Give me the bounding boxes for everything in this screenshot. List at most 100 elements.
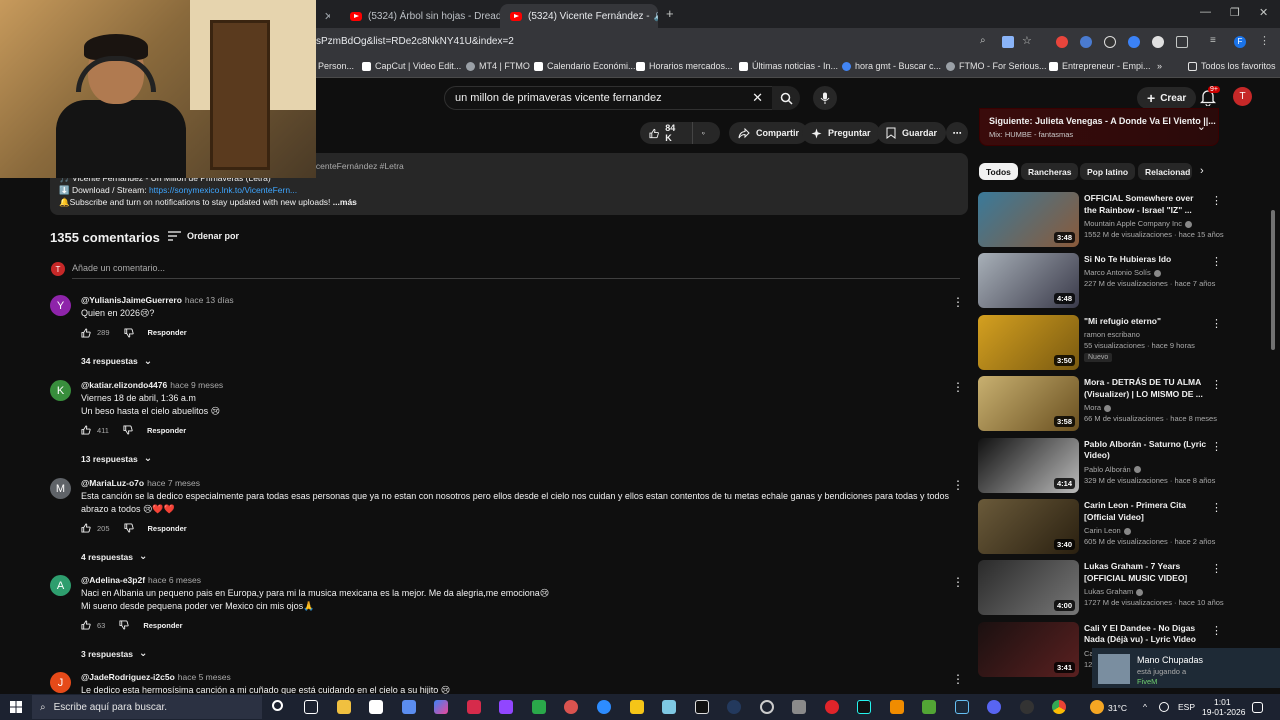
search-button[interactable] <box>772 86 800 110</box>
view-replies-button[interactable]: 13 respuestas ⌄ <box>81 453 152 464</box>
reply-button[interactable]: Responder <box>143 621 182 630</box>
thumbs-up-icon[interactable] <box>81 425 91 435</box>
kebab-menu-icon[interactable]: ⋮ <box>952 478 964 492</box>
channel-name[interactable]: Mountain Apple Company Inc <box>1084 219 1192 228</box>
comment-time[interactable]: hace 6 meses <box>148 575 201 585</box>
thumbs-down-icon[interactable] <box>123 327 134 338</box>
comment-author[interactable]: @YulianisJaimeGuerrero <box>81 295 182 305</box>
comment-time[interactable]: hace 5 meses <box>178 672 231 682</box>
new-tab-button[interactable]: + <box>666 6 674 21</box>
sticky-notes-icon[interactable] <box>630 700 644 714</box>
chip-rancheras[interactable]: Rancheras <box>1021 163 1079 180</box>
discord-icon[interactable] <box>987 700 1001 714</box>
recommended-video[interactable]: 4:14 Pablo Alborán - Saturno (Lyric Video… <box>978 437 1223 496</box>
video-title[interactable]: OFFICIAL Somewhere over the Rainbow - Is… <box>1084 193 1208 216</box>
video-title[interactable]: Mora - DETRÁS DE TU ALMA (Visualizer) | … <box>1084 377 1208 400</box>
bookmark-item[interactable]: Calendario Económi... <box>534 61 636 71</box>
zoom-app-icon[interactable] <box>597 700 611 714</box>
comment-author[interactable]: @katiar.elizondo4476 <box>81 380 167 390</box>
kebab-menu-icon[interactable]: ⋮ <box>1211 562 1222 575</box>
tab-arbol[interactable]: (5324) Árbol sin hojas - Dread ✕ <box>340 4 500 28</box>
tab-vicente[interactable]: (5324) Vicente Fernández - 🔊 ✕ <box>500 4 658 28</box>
thumbs-up-icon[interactable] <box>81 327 91 338</box>
recommended-video[interactable]: 3:40 Carin Leon - Primera Cita [Official … <box>978 499 1223 557</box>
next-title[interactable]: Siguiente: Julieta Venegas - A Donde Va … <box>989 116 1216 126</box>
extension-icon[interactable] <box>1128 36 1140 48</box>
like-button[interactable]: 84 K <box>640 122 692 144</box>
more-actions-button[interactable]: ⋯ <box>946 122 968 144</box>
clock-date[interactable]: 19-01-2026 <box>1202 707 1245 717</box>
close-icon[interactable]: ✕ <box>324 10 330 23</box>
create-button[interactable]: + Crear <box>1137 87 1197 109</box>
voice-search-button[interactable] <box>813 86 837 110</box>
channel-name[interactable]: Pablo Alborán <box>1084 465 1141 474</box>
network-icon[interactable] <box>1159 702 1169 712</box>
app-icon[interactable] <box>532 700 546 714</box>
kebab-menu-icon[interactable]: ⋮ <box>1211 378 1222 391</box>
bookmarks-overflow-icon[interactable]: » <box>1157 61 1162 71</box>
ask-button[interactable]: Preguntar <box>802 122 880 144</box>
app-icon[interactable] <box>1020 700 1034 714</box>
chevron-down-icon[interactable]: ⌄ <box>1197 120 1206 133</box>
video-thumbnail[interactable]: 3:58 <box>978 376 1079 432</box>
video-title[interactable]: Si No Te Hubieras Ido <box>1084 254 1208 266</box>
speaker-icon[interactable]: 🔊 <box>654 11 658 22</box>
video-thumbnail[interactable]: 3:41 <box>978 621 1079 677</box>
twitch-icon[interactable] <box>499 700 513 714</box>
commenter-avatar[interactable]: A <box>50 575 71 596</box>
bookmark-item[interactable]: Horarios mercados... <box>636 61 733 71</box>
scrollbar[interactable] <box>1271 210 1275 350</box>
capcut-icon[interactable] <box>695 700 709 714</box>
bookmark-item[interactable]: Person... <box>318 61 354 71</box>
dislike-button[interactable] <box>692 122 720 144</box>
search-box[interactable]: un millon de primaveras vicente fernande… <box>444 86 774 110</box>
thumbs-down-icon[interactable] <box>123 425 133 435</box>
extension-icon[interactable] <box>1056 36 1068 48</box>
opera-icon[interactable] <box>825 700 839 714</box>
show-more-link[interactable]: ...más <box>333 197 357 207</box>
channel-name[interactable]: Mora <box>1084 403 1112 412</box>
channel-name[interactable]: Lukas Graham <box>1084 587 1144 596</box>
tiktok-icon[interactable] <box>857 700 871 714</box>
recommended-video[interactable]: 3:48 OFFICIAL Somewhere over the Rainbow … <box>978 192 1224 250</box>
thumbs-down-icon[interactable] <box>119 620 129 630</box>
minecraft-icon[interactable] <box>922 700 936 714</box>
channel-name[interactable]: ramon escribano <box>1084 330 1140 339</box>
chip-relacionados[interactable]: Relacionad <box>1138 163 1192 180</box>
close-window-button[interactable]: ✕ <box>1259 6 1268 19</box>
extension-icon[interactable] <box>1152 36 1164 48</box>
url-field[interactable]: sPzmBdOg&list=RDe2c8NkNY41U&index=2 <box>316 36 514 47</box>
extensions-puzzle-icon[interactable] <box>1176 36 1188 48</box>
video-title[interactable]: Lukas Graham - 7 Years [OFFICIAL MUSIC V… <box>1084 561 1208 584</box>
commenter-avatar[interactable]: J <box>50 672 71 693</box>
comment-time[interactable]: hace 13 días <box>185 295 234 305</box>
chip-todos[interactable]: Todos <box>979 163 1018 180</box>
recommended-video[interactable]: 4:00 Lukas Graham - 7 Years [OFFICIAL MUS… <box>978 560 1224 618</box>
notifications-icon[interactable] <box>1252 702 1263 713</box>
task-view-icon[interactable] <box>304 700 318 714</box>
bookmark-item[interactable]: CapCut | Video Edit... <box>362 61 461 71</box>
minimize-button[interactable]: — <box>1200 6 1211 18</box>
game-notification[interactable]: Mano Chupadas está jugando a FiveM <box>1092 648 1280 688</box>
kebab-menu-icon[interactable]: ⋮ <box>1211 194 1222 207</box>
app-icon[interactable] <box>792 700 806 714</box>
view-replies-button[interactable]: 4 respuestas ⌄ <box>81 551 147 562</box>
zoom-icon[interactable]: ⌕ <box>980 35 992 47</box>
chrome-icon[interactable] <box>1052 700 1066 714</box>
reply-button[interactable]: Responder <box>148 524 187 533</box>
kebab-menu-icon[interactable]: ⋮ <box>952 672 964 686</box>
steam-icon[interactable] <box>955 700 969 714</box>
tray-chevron-icon[interactable]: ^ <box>1143 702 1147 712</box>
app-icon[interactable] <box>662 700 676 714</box>
kebab-menu-icon[interactable]: ⋮ <box>1211 624 1222 637</box>
star-icon[interactable]: ☆ <box>1022 34 1034 47</box>
clock-time[interactable]: 1:01 <box>1214 697 1231 707</box>
comment-time[interactable]: hace 7 meses <box>147 478 200 488</box>
kebab-menu-icon[interactable]: ⋮ <box>1211 440 1222 453</box>
description-link[interactable]: https://sonymexico.lnk.to/VicenteFern... <box>149 185 297 195</box>
add-comment-input[interactable]: Añade un comentario... <box>72 263 165 273</box>
sort-comments-button[interactable]: Ordenar por <box>168 231 239 241</box>
chevron-right-icon[interactable]: › <box>1200 165 1204 177</box>
video-title[interactable]: Carin Leon - Primera Cita [Official Vide… <box>1084 500 1208 523</box>
recommended-video[interactable]: 3:58 Mora - DETRÁS DE TU ALMA (Visualizer… <box>978 376 1223 434</box>
